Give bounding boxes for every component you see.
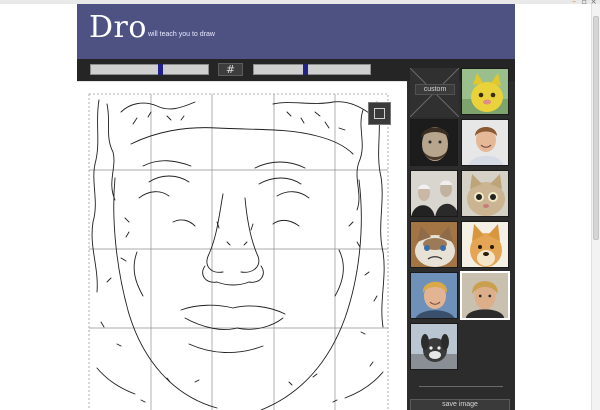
drawing-canvas[interactable] [77,81,407,410]
grid-toggle-button[interactable]: # [218,63,243,76]
thumbnail-grumpy-cat[interactable] [410,221,458,268]
fullscreen-icon [374,108,385,119]
save-image-button[interactable]: save image [410,399,510,410]
threshold-slider-handle[interactable] [158,64,163,75]
app-tagline: will teach you to draw [148,31,215,38]
image-picker-sidebar: custom save image [407,66,515,410]
sketch-strokes [91,99,385,410]
window-minimize-button[interactable]: – [572,0,576,6]
custom-image-tile[interactable]: custom [410,68,459,117]
thumbnail-doge[interactable] [461,221,509,268]
thumbnail-kitten[interactable] [461,68,509,115]
thumbnail-blond-man[interactable] [410,272,458,319]
thumbnail-blond-man-selected[interactable] [460,271,510,320]
detail-slider-handle[interactable] [303,64,308,75]
thumbnail-puppy[interactable] [410,323,458,370]
grid-lines [89,94,388,410]
sidebar-divider [419,386,503,387]
page-scrollbar[interactable] [591,4,600,410]
custom-label: custom [415,84,455,95]
app-header: Dro will teach you to draw [77,4,515,59]
grid-icon: # [225,63,236,76]
thumbnail-smiling-man[interactable] [461,119,509,166]
edge-sketch [88,93,389,410]
detail-slider[interactable] [253,64,371,75]
app-logo: Dro [89,10,147,45]
dro-app: Dro will teach you to draw # custom save… [77,4,515,410]
threshold-slider[interactable] [90,64,209,75]
thumbnail-bearded-man[interactable] [410,119,458,166]
thumbnail-two-men[interactable] [410,170,458,217]
scrollbar-thumb[interactable] [593,16,599,240]
window-restore-button[interactable]: ▫ [582,0,587,6]
fullscreen-button[interactable] [368,102,391,125]
thumbnail-wide-eyed-cat[interactable] [461,170,509,217]
